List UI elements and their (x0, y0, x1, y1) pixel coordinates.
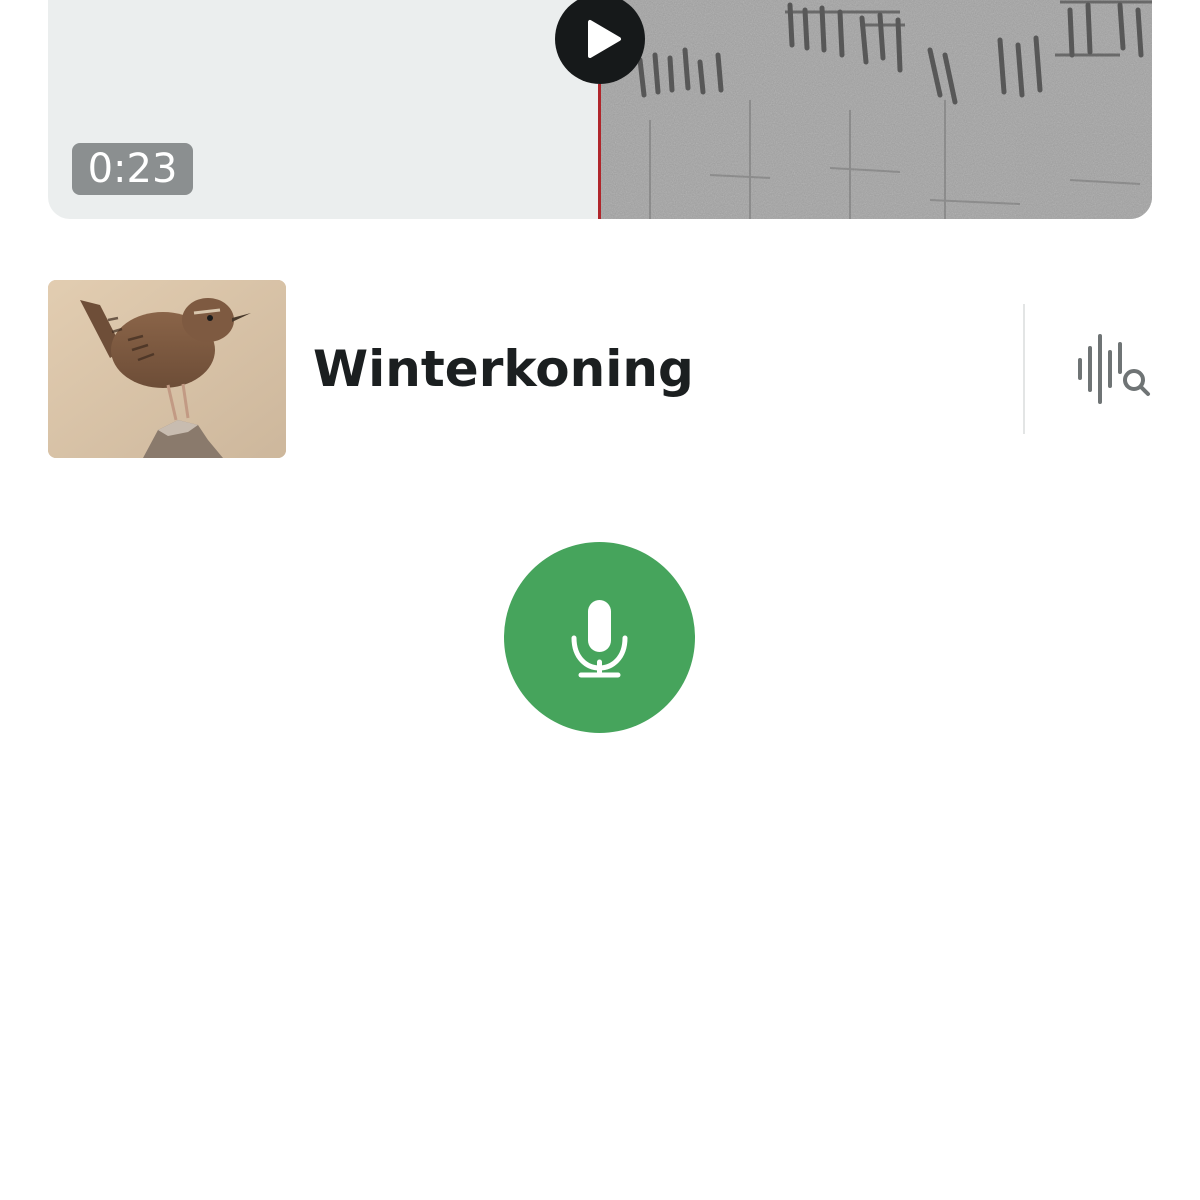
elapsed-time-badge: 0:23 (72, 143, 193, 195)
spectrogram[interactable] (600, 0, 1152, 219)
playhead[interactable] (598, 84, 601, 219)
sound-search-button[interactable] (1070, 332, 1152, 406)
screen: 0:23 Winterkoning (0, 0, 1200, 1200)
play-button[interactable] (555, 0, 645, 84)
record-button[interactable] (504, 542, 695, 733)
play-icon (588, 20, 621, 58)
bird-photo (48, 280, 286, 458)
sound-search-icon (1078, 334, 1150, 404)
microphone-icon (571, 600, 628, 678)
row-divider (1023, 304, 1025, 434)
species-result-row[interactable]: Winterkoning (48, 280, 1152, 458)
species-thumbnail[interactable] (48, 280, 286, 458)
spectrogram-player[interactable]: 0:23 (48, 0, 1152, 219)
species-name[interactable]: Winterkoning (313, 336, 694, 402)
